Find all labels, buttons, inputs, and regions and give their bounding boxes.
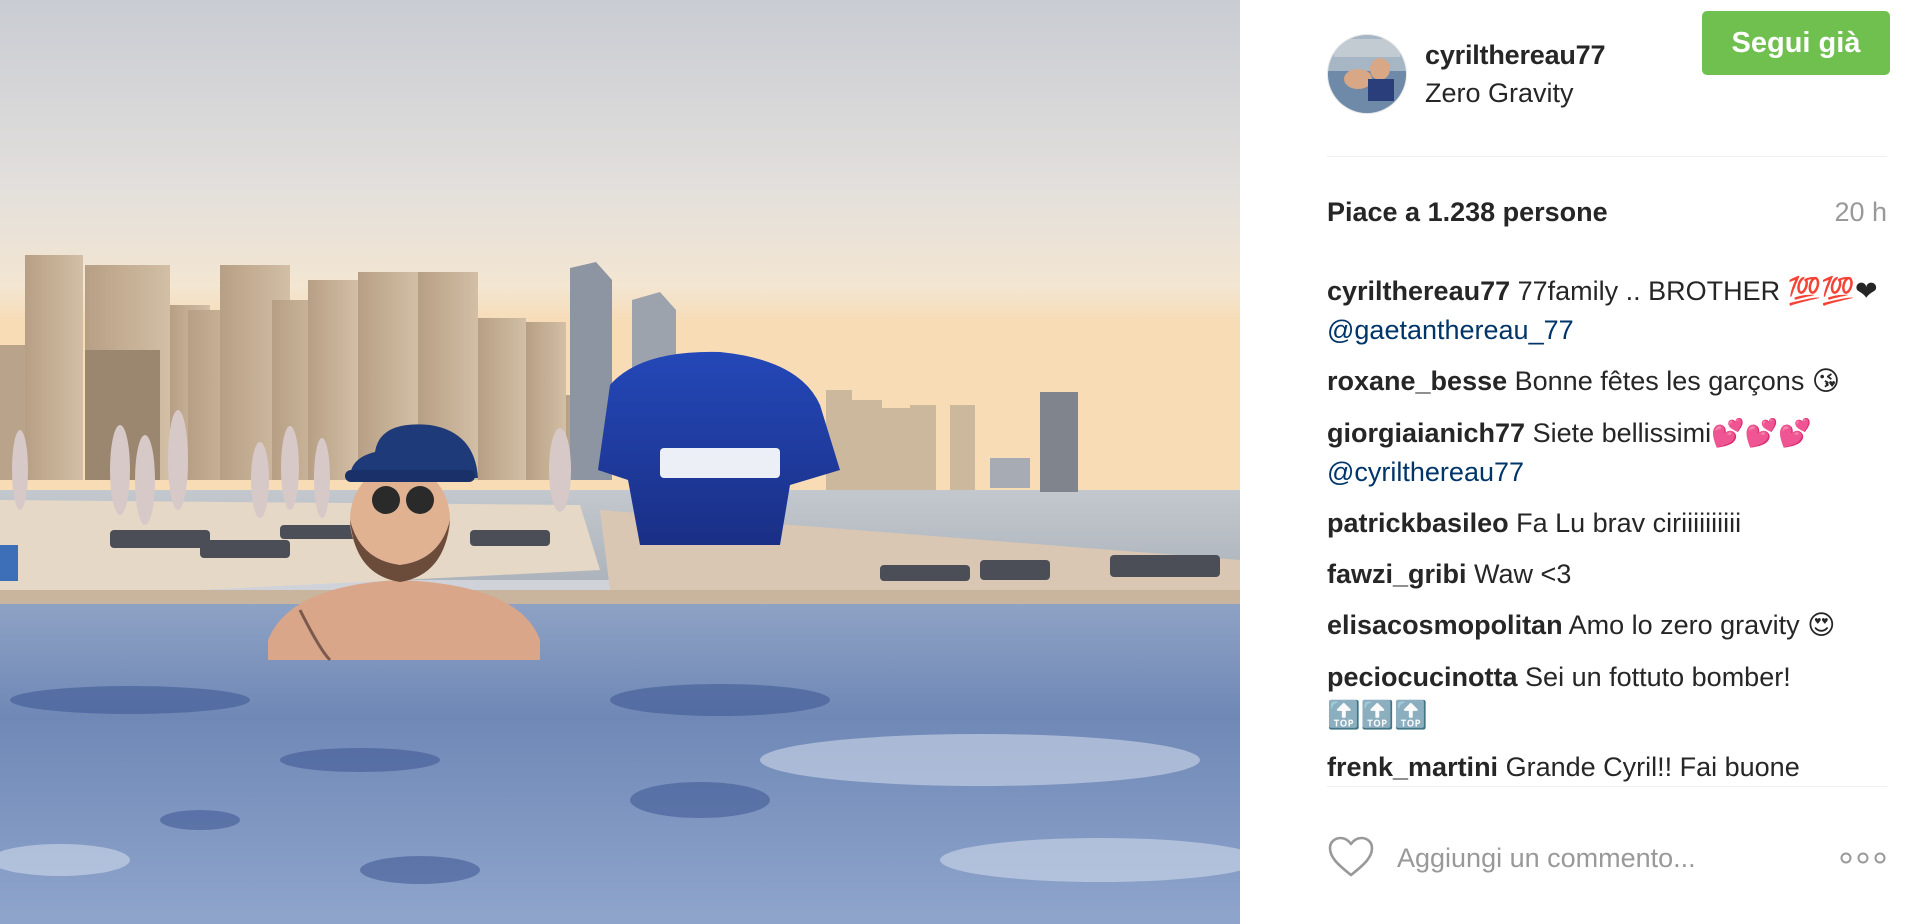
comment-text: Waw <3: [1474, 559, 1572, 589]
comment-text: Bonne fêtes les garçons: [1514, 366, 1805, 396]
comment-item: fawzi_gribi Waw <3: [1327, 555, 1892, 593]
comment-list: cyrilthereau77 77family .. BROTHER 💯💯❤ @…: [1327, 272, 1892, 784]
comment-mention[interactable]: @cyrilthereau77: [1327, 457, 1524, 487]
post-username[interactable]: cyrilthereau77: [1425, 40, 1606, 71]
post-side-panel: cyrilthereau77 Zero Gravity Segui già Pi…: [1240, 0, 1920, 924]
likes-row: Piace a 1.238 persone 20 h: [1327, 197, 1887, 237]
like-button[interactable]: [1327, 835, 1375, 879]
comment-item: peciocucinotta Sei un fottuto bomber! 🔝🔝…: [1327, 658, 1892, 735]
heart-eyes-emoji: 😍: [1807, 610, 1836, 641]
heart-outline-icon: [1328, 836, 1374, 877]
comment-author[interactable]: elisacosmopolitan: [1327, 610, 1563, 640]
follow-button[interactable]: Segui già: [1702, 11, 1890, 75]
kiss-emoji: 😘: [1811, 366, 1840, 397]
comment-item: frenk_martini Grande Cyril!! Fai buone: [1327, 748, 1892, 784]
header-divider: [1327, 156, 1887, 157]
comment-item: roxane_besse Bonne fêtes les garçons 😘: [1327, 362, 1892, 401]
hundred-heart-emoji: 💯💯❤: [1787, 276, 1878, 307]
comment-item: elisacosmopolitan Amo lo zero gravity 😍: [1327, 606, 1892, 645]
comment-text: Amo lo zero gravity: [1568, 610, 1800, 640]
photo-illustration: [0, 0, 1240, 924]
comment-text: Siete bellissimi: [1532, 418, 1712, 448]
likes-count[interactable]: Piace a 1.238 persone: [1327, 197, 1608, 228]
comment-item: giorgiaianich77 Siete bellissimi💕💕💕 @cyr…: [1327, 414, 1892, 491]
comment-author[interactable]: roxane_besse: [1327, 366, 1507, 396]
comment-text: 77family .. BROTHER: [1517, 276, 1781, 306]
comment-text: Sei un fottuto bomber!: [1525, 662, 1791, 692]
pink-hearts-emoji: 💕💕💕: [1711, 418, 1812, 449]
avatar-image: [1328, 35, 1406, 113]
top-arrow-emoji: 🔝🔝🔝: [1327, 700, 1428, 731]
comment-author[interactable]: frenk_martini: [1327, 752, 1498, 782]
comment-author[interactable]: cyrilthereau77: [1327, 276, 1510, 306]
more-options-button[interactable]: [1839, 851, 1887, 865]
post-location[interactable]: Zero Gravity: [1425, 78, 1574, 109]
add-comment-input[interactable]: [1397, 835, 1817, 881]
comment-author[interactable]: fawzi_gribi: [1327, 559, 1467, 589]
post-time[interactable]: 20 h: [1834, 197, 1887, 228]
three-dots-icon: [1840, 852, 1886, 864]
comment-item: patrickbasileo Fa Lu brav ciriiiiiiiiii: [1327, 504, 1892, 542]
footer-divider: [1327, 786, 1887, 787]
comment-text: Grande Cyril!! Fai buone: [1505, 752, 1800, 782]
post-photo[interactable]: [0, 0, 1240, 924]
instagram-post: cyrilthereau77 Zero Gravity Segui già Pi…: [0, 0, 1920, 924]
comment-author[interactable]: patrickbasileo: [1327, 508, 1509, 538]
comment-text: Fa Lu brav ciriiiiiiiiii: [1516, 508, 1742, 538]
comment-author[interactable]: giorgiaianich77: [1327, 418, 1525, 448]
comment-item: cyrilthereau77 77family .. BROTHER 💯💯❤ @…: [1327, 272, 1892, 349]
comment-author[interactable]: peciocucinotta: [1327, 662, 1518, 692]
avatar[interactable]: [1327, 34, 1407, 114]
comment-mention[interactable]: @gaetanthereau_77: [1327, 315, 1574, 345]
comment-footer: [1327, 835, 1887, 885]
